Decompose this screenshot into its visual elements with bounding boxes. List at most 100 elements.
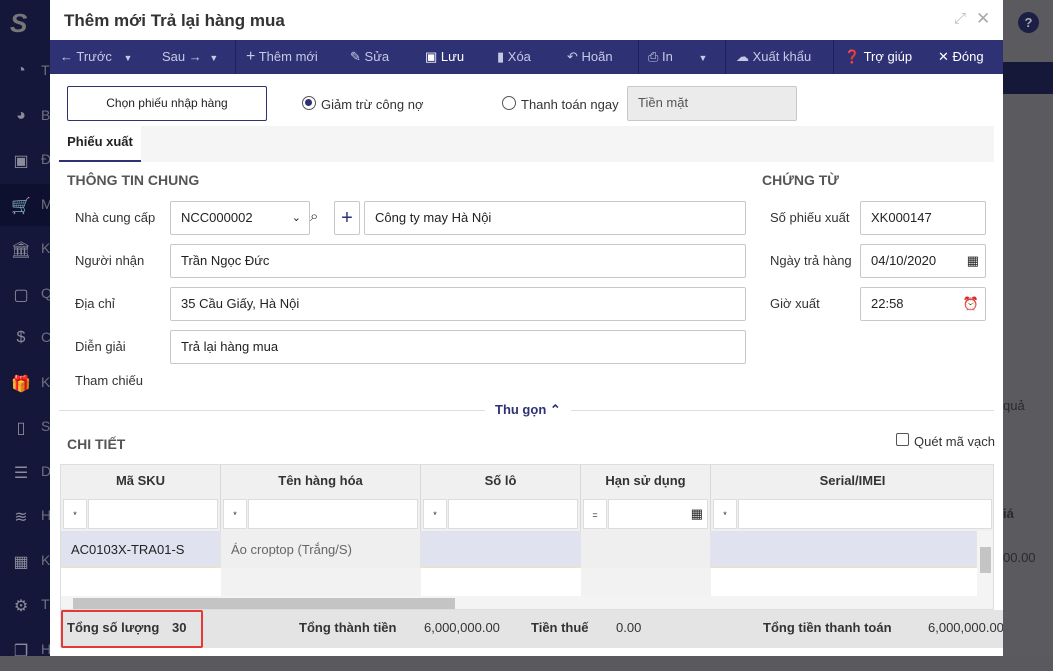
print-label: In [662,49,673,64]
radio-pay-now[interactable] [502,96,516,110]
x-icon: ✕ [938,49,949,64]
undo-button[interactable]: ↶ Hoãn [567,40,613,74]
next-label: Sau [162,49,186,64]
prev-button[interactable]: ← Trước ▼ [60,40,132,74]
filter-input[interactable] [248,499,418,529]
total-amount-label: Tổng thành tiền [299,620,397,635]
help-button[interactable]: ❓ Trợ giúp [844,40,912,74]
sidebar-item[interactable]: ◕ B [0,95,50,137]
sidebar-item[interactable]: ▯ S [0,406,51,448]
filter-operator[interactable]: * [63,499,87,529]
background-page: ? quả iá 00.00 [1003,0,1053,656]
close-button[interactable]: ✕ Đóng [938,40,984,74]
maximize-icon[interactable]: ⤢ [954,10,966,27]
sidebar-item[interactable]: 🏛 K [0,228,51,270]
logo-icon: S [10,8,28,38]
sidebar-item[interactable]: ▦ K [0,540,50,582]
address-label: Địa chỉ [75,296,115,311]
payment-method-select[interactable]: Tiền mặt [627,86,797,121]
sidebar-item[interactable]: ❒ H [0,629,51,671]
highlight-box [61,610,203,648]
toolbar-divider [725,40,726,74]
caret-down-icon: ▼ [698,53,708,63]
prev-label: Trước [76,49,112,64]
filter-operator[interactable]: * [423,499,447,529]
background-text: 00.00 [1003,550,1036,565]
export-button[interactable]: ☁ Xuất khẩu [736,40,811,74]
calendar-icon[interactable]: ▦ [691,506,703,522]
tab-phieu-xuat[interactable]: Phiếu xuất [59,126,141,162]
horizontal-scrollbar[interactable] [61,596,993,609]
column-header[interactable]: Số lô [421,465,581,497]
plus-icon: + [246,48,256,65]
voucher-no-field[interactable]: XK000147 [860,201,986,235]
export-label: Xuất khẩu [752,49,812,64]
column-header[interactable]: Tên hàng hóa [221,465,421,497]
search-icon[interactable]: ⌕ [310,208,318,225]
column-header[interactable]: Hạn sử dụng [581,465,711,497]
cell-product-name: Áo croptop (Trắng/S) [221,531,421,568]
radio-debt[interactable] [302,96,316,110]
filter-operator[interactable]: = [583,499,607,529]
filter-operator[interactable]: * [713,499,737,529]
address-field[interactable]: 35 Cầu Giấy, Hà Nội [170,287,746,321]
receiver-field[interactable]: Trần Ngọc Đức [170,244,746,278]
save-button[interactable]: ▣ Lưu [425,40,464,74]
sidebar-item[interactable]: ▣ Đ [0,139,51,181]
choose-receipt-button[interactable]: Chọn phiếu nhập hàng [67,86,267,121]
tax-amount: 0.00 [616,620,642,635]
add-button[interactable]: + Thêm mới [246,40,318,74]
help-icon[interactable]: ? [1018,12,1039,33]
sidebar-item[interactable]: 🎁 K [0,362,50,404]
sidebar-item[interactable]: ⚙ T [0,584,50,626]
vertical-scrollbar[interactable] [977,531,993,596]
delete-button[interactable]: ▮ Xóa [497,40,531,74]
edit-button[interactable]: ✎ Sửa [350,40,389,74]
sidebar-item[interactable]: 🛒 M [0,183,53,226]
table-row[interactable]: AC0103X-TRA01-S Áo croptop (Trắng/S) [61,531,993,568]
alarm-clock-icon[interactable]: ⏰ [963,288,979,320]
next-button[interactable]: Sau → ▼ [162,40,218,74]
sidebar-item[interactable]: $ C [0,317,52,359]
cell-serial [711,531,977,568]
scan-barcode-checkbox[interactable] [896,433,909,446]
empty-row [61,568,977,596]
return-date-field[interactable]: 04/10/2020 ▦ [860,244,986,278]
sidebar-item[interactable]: ≋ H [0,495,51,537]
toolbar-divider [638,40,639,74]
description-field[interactable]: Trả lại hàng mua [170,330,746,364]
column-header[interactable]: Mã SKU [61,465,221,497]
total-amount: 6,000,000.00 [424,620,500,635]
sidebar-item[interactable]: ◔ T [0,50,50,92]
filter-input[interactable] [738,499,992,529]
safe-icon: ▢ [13,286,29,304]
filter-input[interactable] [88,499,218,529]
calendar-icon[interactable]: ▦ [967,245,979,277]
sidebar-item[interactable]: ☰ D [0,451,51,493]
total-payment: 6,000,000.00 [928,620,1003,635]
sidebar-item[interactable]: ▢ Q [0,273,51,315]
total-payment-label: Tổng tiền thanh toán [763,620,892,635]
filter-input[interactable]: ▦ [608,499,708,529]
add-supplier-button[interactable]: + [334,201,360,235]
column-filter: * [221,497,421,531]
filter-input[interactable] [448,499,578,529]
supplier-code-select[interactable]: NCC000002 ⌄ [170,201,310,235]
modal-title: Thêm mới Trả lại hàng mua [64,11,285,30]
money-bag-icon: $ [16,329,26,346]
supplier-name-field[interactable]: Công ty may Hà Nội [364,201,746,235]
edit-label: Sửa [364,49,390,64]
collapse-toggle[interactable]: Thu gọn ⌃ [485,402,571,418]
caret-down-icon: ▼ [209,53,219,63]
layers-icon: ≋ [14,509,28,526]
time-field[interactable]: 22:58 ⏰ [860,287,986,321]
scrollbar-thumb[interactable] [73,598,455,609]
undo-icon: ↶ [567,49,578,64]
close-label: Đóng [952,49,984,64]
close-icon[interactable]: ✕ [976,9,990,29]
print-button[interactable]: ⎙ In ▼ [648,40,707,74]
floppy-icon: ▣ [425,49,438,64]
background-bar [1003,62,1053,94]
column-header[interactable]: Serial/IMEI [711,465,993,497]
filter-operator[interactable]: * [223,499,247,529]
